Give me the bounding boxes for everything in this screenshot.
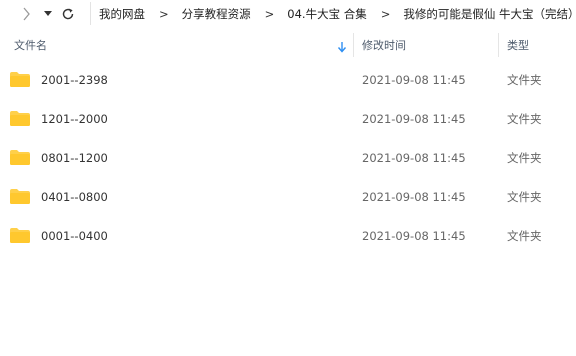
- file-modified: 2021-09-08 11:45: [362, 228, 466, 243]
- folder-icon: [10, 228, 30, 247]
- file-type: 文件夹: [507, 111, 542, 126]
- file-modified: 2021-09-08 11:45: [362, 150, 466, 165]
- list-item[interactable]: 0001--0400 2021-09-08 11:45 文件夹: [0, 216, 576, 255]
- file-name: 1201--2000: [41, 111, 108, 126]
- file-type: 文件夹: [507, 228, 542, 243]
- folder-icon: [10, 111, 30, 130]
- file-type: 文件夹: [507, 189, 542, 204]
- breadcrumb-separator[interactable]: >: [147, 7, 180, 21]
- file-list: 2001--2398 2021-09-08 11:45 文件夹 1201--20…: [0, 60, 576, 255]
- file-modified: 2021-09-08 11:45: [362, 189, 466, 204]
- column-header-type[interactable]: 类型: [507, 33, 529, 57]
- list-item[interactable]: 0401--0800 2021-09-08 11:45 文件夹: [0, 177, 576, 216]
- column-header: 文件名 修改时间 类型: [0, 33, 576, 57]
- column-header-modified[interactable]: 修改时间: [362, 33, 406, 57]
- list-item[interactable]: 0801--1200 2021-09-08 11:45 文件夹: [0, 138, 576, 177]
- file-name: 0401--0800: [41, 189, 108, 204]
- column-header-name[interactable]: 文件名: [14, 33, 47, 57]
- file-type: 文件夹: [507, 150, 542, 165]
- list-item[interactable]: 2001--2398 2021-09-08 11:45 文件夹: [0, 60, 576, 99]
- folder-icon: [10, 189, 30, 208]
- breadcrumb-separator[interactable]: >: [253, 7, 286, 21]
- file-modified: 2021-09-08 11:45: [362, 111, 466, 126]
- folder-icon: [10, 150, 30, 169]
- file-name: 0801--1200: [41, 150, 108, 165]
- column-divider[interactable]: [353, 33, 354, 57]
- breadcrumb-separator[interactable]: >: [369, 7, 402, 21]
- folder-icon: [10, 72, 30, 91]
- sort-descending-icon[interactable]: [337, 38, 347, 57]
- file-type: 文件夹: [507, 72, 542, 87]
- file-name: 2001--2398: [41, 72, 108, 87]
- dropdown-arrow-icon[interactable]: [38, 0, 58, 27]
- breadcrumb-item-collection[interactable]: 04.牛大宝 合集: [285, 6, 368, 22]
- column-divider[interactable]: [498, 33, 499, 57]
- file-modified: 2021-09-08 11:45: [362, 72, 466, 87]
- chevron-left-icon[interactable]: [16, 0, 36, 27]
- address-bar: 我的网盘 > 分享教程资源 > 04.牛大宝 合集 > 我修的可能是假仙 牛大宝…: [0, 0, 576, 27]
- list-item[interactable]: 1201--2000 2021-09-08 11:45 文件夹: [0, 99, 576, 138]
- breadcrumb-item-shared-tutorials[interactable]: 分享教程资源: [180, 6, 253, 22]
- breadcrumb: 我的网盘 > 分享教程资源 > 04.牛大宝 合集 > 我修的可能是假仙 牛大宝…: [90, 2, 576, 25]
- breadcrumb-item-current-folder[interactable]: 我修的可能是假仙 牛大宝（完结）: [401, 6, 576, 22]
- breadcrumb-item-my-netdisk[interactable]: 我的网盘: [97, 6, 147, 22]
- refresh-icon[interactable]: [58, 0, 78, 27]
- file-name: 0001--0400: [41, 228, 108, 243]
